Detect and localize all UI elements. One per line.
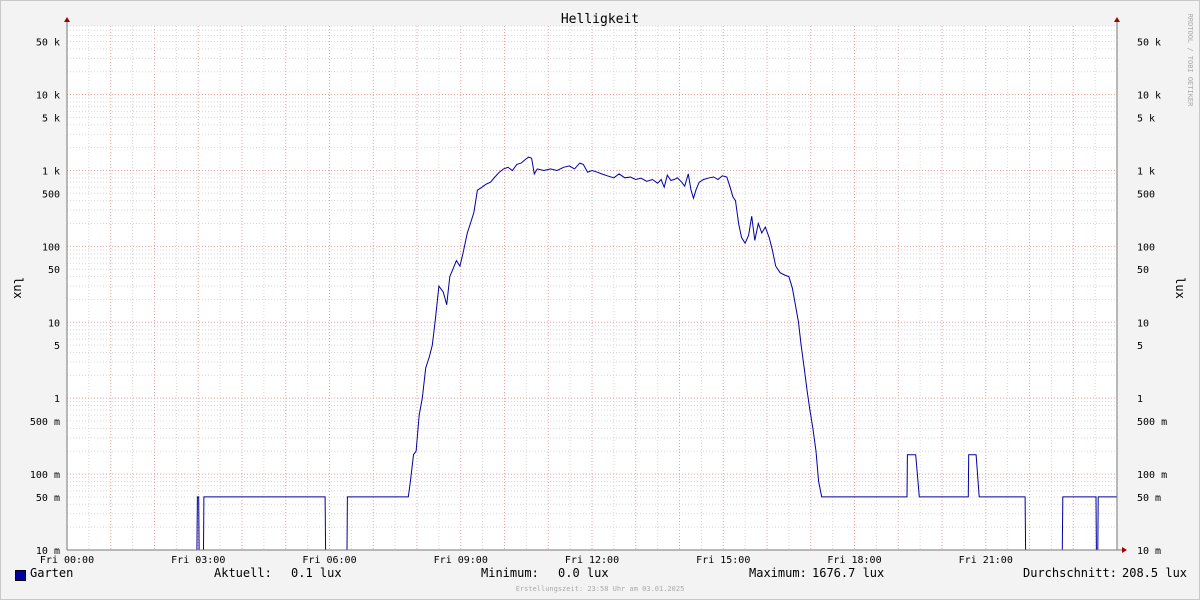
y-tick-label-right: 500 <box>1137 189 1155 200</box>
y-tick-label-right: 10 m <box>1137 546 1161 557</box>
y-tick-label-right: 50 k <box>1137 37 1161 48</box>
y-axis-arrow-right <box>1114 17 1120 22</box>
y-tick-label-left: 100 <box>42 242 60 253</box>
y-tick-label-right: 5 k <box>1137 113 1155 124</box>
x-tick-label: Fri 18:00 <box>827 555 881 566</box>
legend-minimum-value: 0.0 lux <box>558 566 609 580</box>
y-tick-label-left: 1 k <box>42 166 60 177</box>
legend-maximum-value: 1676.7 lux <box>812 566 885 580</box>
x-tick-label: Fri 21:00 <box>959 555 1013 566</box>
y-tick-label-right: 500 m <box>1137 417 1167 428</box>
y-tick-label-left: 50 k <box>36 37 60 48</box>
legend-average-label: Durchschnitt: <box>1023 566 1117 580</box>
y-tick-label-left: 500 <box>42 189 60 200</box>
x-tick-label: Fri 09:00 <box>434 555 488 566</box>
legend-current-label: Aktuell: <box>214 566 272 580</box>
y-tick-label-left: 50 <box>48 265 60 276</box>
legend-current-value: 0.1 lux <box>291 566 342 580</box>
legend-minimum-label: Minimum: <box>481 566 539 580</box>
y-axis-title-right: lux <box>1173 277 1187 299</box>
x-axis-arrow <box>1122 547 1127 553</box>
y-tick-label-left: 10 <box>48 318 60 329</box>
y-tick-label-left: 50 m <box>36 493 60 504</box>
rrdtool-watermark: RRDTOOL / TOBI OETIKER <box>1186 14 1194 108</box>
legend-swatch-garten <box>15 570 26 581</box>
x-tick-label: Fri 03:00 <box>171 555 225 566</box>
y-axis-arrow-left <box>64 17 70 22</box>
chart-svg: Fri 00:00 Fri 03:00 Fri 06:00 Fri 09:00 Fri … <box>11 12 1194 566</box>
y-tick-label-right: 100 <box>1137 242 1155 253</box>
x-tick-label: Fri 06:00 <box>302 555 356 566</box>
y-axis-title-left: lux <box>11 277 25 299</box>
y-tick-label-right: 1 <box>1137 394 1143 405</box>
y-tick-label-left: 10 m <box>36 546 60 557</box>
y-tick-label-left: 500 m <box>30 417 60 428</box>
y-tick-label-right: 50 <box>1137 265 1149 276</box>
x-tick-label: Fri 12:00 <box>565 555 619 566</box>
y-tick-label-right: 5 <box>1137 341 1143 352</box>
y-tick-label-right: 10 <box>1137 318 1149 329</box>
y-tick-label-right: 50 m <box>1137 493 1161 504</box>
y-tick-label-right: 100 m <box>1137 470 1167 481</box>
y-tick-label-right: 1 k <box>1137 166 1155 177</box>
legend-maximum-label: Maximum: <box>749 566 807 580</box>
chart-title: Helligkeit <box>561 12 639 27</box>
x-tick-label: Fri 15:00 <box>696 555 750 566</box>
legend-series-label: Garten <box>30 566 74 580</box>
y-tick-label-left: 5 k <box>42 113 60 124</box>
y-tick-label-right: 10 k <box>1137 91 1161 102</box>
y-tick-label-left: 5 <box>54 341 60 352</box>
legend-average-value: 208.5 lux <box>1122 566 1188 580</box>
y-tick-label-left: 100 m <box>30 470 60 481</box>
y-tick-label-left: 1 <box>54 394 60 405</box>
y-tick-label-left: 10 k <box>36 91 60 102</box>
creation-time-footer: Erstellungszeit: 23:58 Uhr am 03.01.2025 <box>515 585 685 593</box>
